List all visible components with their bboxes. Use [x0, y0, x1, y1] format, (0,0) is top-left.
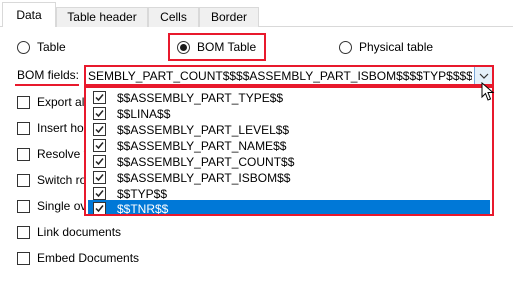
bom-fields-label: BOM fields:	[17, 68, 80, 82]
checkmark-icon	[95, 174, 104, 182]
list-item[interactable]: $$ASSEMBLY_PART_LEVEL$$	[88, 121, 490, 138]
option-insert-label: Insert ho	[37, 121, 84, 135]
option-embed-documents-checkbox[interactable]	[17, 251, 30, 265]
option-resolve[interactable]: Resolve v	[17, 146, 90, 162]
checkmark-icon	[95, 126, 104, 134]
radio-table[interactable]: Table	[17, 39, 66, 55]
list-item-checkbox[interactable]	[93, 171, 106, 184]
option-embed-documents-label: Embed Documents	[37, 251, 140, 265]
checkmark-icon	[95, 142, 104, 150]
list-item[interactable]: $$ASSEMBLY_PART_ISBOM$$	[88, 169, 490, 186]
radio-table-circle[interactable]	[17, 40, 30, 54]
list-item-checkbox[interactable]	[93, 91, 106, 104]
option-link-documents-label: Link documents	[37, 225, 122, 239]
chevron-down-icon	[479, 73, 488, 79]
radio-bom-table-label: BOM Table	[197, 40, 257, 54]
radio-bom-table-circle[interactable]	[177, 40, 190, 54]
option-link-documents[interactable]: Link documents	[17, 224, 121, 240]
list-item-checkbox[interactable]	[93, 107, 106, 120]
checkmark-icon	[95, 158, 104, 166]
option-export-checkbox[interactable]	[17, 95, 30, 109]
list-item-label: $$ASSEMBLY_PART_LEVEL$$	[117, 122, 290, 137]
radio-bom-table[interactable]: BOM Table	[177, 39, 256, 55]
option-switch[interactable]: Switch ro	[17, 172, 86, 188]
option-single[interactable]: Single ov	[17, 198, 86, 214]
option-link-documents-checkbox[interactable]	[17, 225, 30, 239]
radio-physical-table-label: Physical table	[359, 40, 434, 54]
option-export-label: Export al	[37, 95, 85, 109]
radio-table-label: Table	[37, 40, 66, 54]
list-item-checkbox[interactable]	[93, 187, 106, 200]
option-resolve-checkbox[interactable]	[17, 147, 30, 161]
list-item[interactable]: $$ASSEMBLY_PART_NAME$$	[88, 137, 490, 154]
list-item-label: $$LINA$$	[117, 106, 171, 121]
list-item[interactable]: $$ASSEMBLY_PART_TYPE$$	[88, 89, 490, 106]
list-item-label: $$ASSEMBLY_PART_COUNT$$	[117, 154, 295, 169]
list-item-label: $$ASSEMBLY_PART_TYPE$$	[117, 90, 284, 105]
tab-data[interactable]: Data	[2, 2, 56, 27]
list-item-checkbox[interactable]	[93, 155, 106, 168]
tab-border[interactable]: Border	[199, 7, 259, 27]
list-item-label: $$TNR$$	[117, 201, 169, 216]
option-insert[interactable]: Insert ho	[17, 120, 84, 136]
tab-cells[interactable]: Cells	[148, 7, 199, 27]
bom-fields-underline	[15, 84, 79, 86]
checkmark-icon	[95, 190, 104, 198]
checkmark-icon	[95, 110, 104, 118]
option-switch-label: Switch ro	[37, 173, 87, 187]
bom-fields-value: SEMBLY_PART_COUNT$$$$ASSEMBLY_PART_ISBOM…	[88, 69, 472, 83]
radio-physical-table-circle[interactable]	[339, 40, 352, 54]
mouse-cursor-icon	[481, 82, 495, 101]
option-embed-documents[interactable]: Embed Documents	[17, 250, 139, 266]
list-item[interactable]: $$ASSEMBLY_PART_COUNT$$	[88, 153, 490, 170]
option-insert-checkbox[interactable]	[17, 121, 30, 135]
bom-fields-dropdown-list[interactable]: $$ASSEMBLY_PART_TYPE$$ $$LINA$$ $$ASSEMB…	[84, 86, 494, 216]
list-item-checkbox[interactable]	[93, 202, 106, 214]
radio-physical-table[interactable]: Physical table	[339, 39, 433, 55]
bom-fields-combobox[interactable]: SEMBLY_PART_COUNT$$$$ASSEMBLY_PART_ISBOM…	[84, 65, 494, 86]
list-item-label: $$TYP$$	[117, 186, 168, 201]
list-item-label: $$ASSEMBLY_PART_NAME$$	[117, 138, 287, 153]
list-item[interactable]: $$LINA$$	[88, 105, 490, 122]
option-switch-checkbox[interactable]	[17, 173, 30, 187]
option-single-checkbox[interactable]	[17, 199, 30, 213]
option-single-label: Single ov	[37, 199, 87, 213]
list-item-checkbox[interactable]	[93, 139, 106, 152]
tab-table-header[interactable]: Table header	[56, 7, 148, 27]
checkmark-icon	[95, 94, 104, 102]
list-item-label: $$ASSEMBLY_PART_ISBOM$$	[117, 170, 291, 185]
option-resolve-label: Resolve v	[37, 147, 90, 161]
list-item-checkbox[interactable]	[93, 123, 106, 136]
option-export[interactable]: Export al	[17, 94, 84, 110]
tab-strip: Data Table header Cells Border	[0, 0, 513, 27]
checkmark-icon	[95, 205, 104, 213]
list-item-selected[interactable]: $$TNR$$	[88, 200, 490, 216]
